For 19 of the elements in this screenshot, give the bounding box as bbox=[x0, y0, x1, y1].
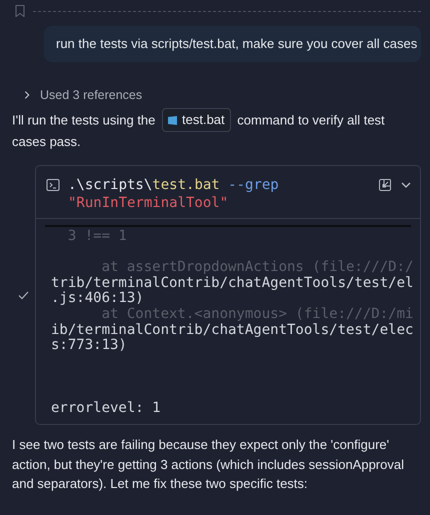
windows-icon bbox=[168, 116, 178, 124]
terminal-command: .\scripts\test.bat --grep "RunInTerminalTool" bbox=[68, 176, 280, 212]
terminal-icon bbox=[46, 178, 60, 192]
terminal-output-line: trib/terminalContrib/chatAgentTools/test/el bbox=[51, 276, 411, 291]
file-chip[interactable]: test.bat bbox=[162, 108, 231, 132]
terminal-output-line: .js:406:13) bbox=[51, 291, 145, 307]
terminal-output-line: at Context.<anonymous> (file:///D:/mi bbox=[100, 306, 411, 323]
terminal-output-line: errorlevel: 1 bbox=[51, 400, 162, 416]
chevron-icon bbox=[22, 90, 32, 100]
assistant-message: I see two tests are failing because they expect only the 'configure' action, but they're getting 3 actions (which includes sessionApproval and separators). Let me fix these two specific tests: bbox=[12, 436, 405, 494]
terminal-output-line: s:773:13) bbox=[51, 338, 128, 354]
open-in-terminal-icon[interactable] bbox=[378, 178, 392, 192]
user-message: run the tests via scripts/test.bat, make sure you cover all cases bbox=[44, 26, 421, 62]
terminal-output-line: ib/terminalContrib/chatAgentTools/test/elec bbox=[51, 322, 411, 338]
assistant-message: I'll run the tests using the test.bat command to verify all test cases pass. bbox=[12, 108, 421, 152]
terminal-output-line: at assertDropdownActions (file:///D:/ bbox=[100, 260, 411, 276]
bookmark-icon[interactable] bbox=[15, 5, 25, 17]
terminal-output-line: 3 !== 1 bbox=[66, 229, 128, 245]
references-toggle[interactable]: Used 3 references bbox=[22, 88, 142, 102]
